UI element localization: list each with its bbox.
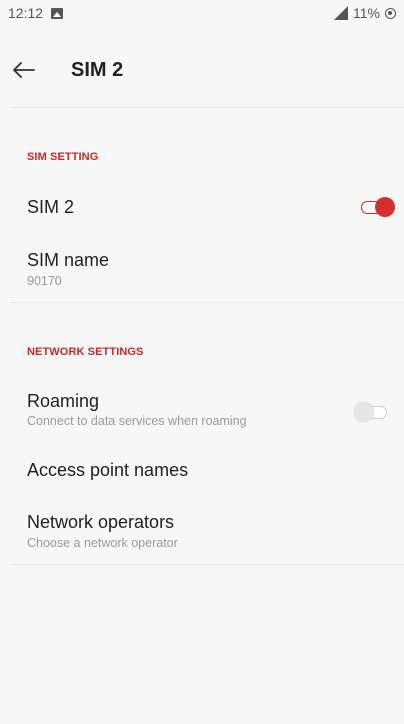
arrow-left-icon [13, 62, 35, 78]
status-bar: 12:12 11% [0, 0, 404, 26]
section-header-sim-setting: SIM SETTING [27, 151, 99, 163]
battery-percent: 11% [353, 5, 380, 21]
sim2-toggle[interactable] [361, 196, 395, 218]
image-notification-icon [51, 7, 64, 19]
sim2-title: SIM 2 [27, 197, 75, 217]
roaming-title: Roaming [27, 391, 100, 411]
access-point-names-row[interactable]: Access point names [0, 446, 404, 498]
battery-icon [385, 7, 396, 19]
network-operators-row[interactable]: Network operators Choose a network opera… [0, 504, 404, 562]
section-header-network-settings: NETWORK SETTINGS [27, 346, 144, 358]
clock: 12:12 [8, 5, 44, 21]
toolbar: SIM 2 [0, 42, 404, 98]
roaming-toggle[interactable] [354, 401, 389, 423]
sim-name-title: SIM name [27, 250, 110, 270]
divider [10, 564, 404, 565]
sim-name-row[interactable]: SIM name 90170 [0, 240, 404, 298]
divider [10, 107, 404, 108]
sim-name-value: 90170 [27, 274, 62, 288]
sim2-row[interactable]: SIM 2 [0, 182, 404, 234]
signal-icon [334, 6, 349, 20]
network-operators-title: Network operators [27, 512, 175, 532]
access-point-names-title: Access point names [27, 460, 189, 480]
network-operators-summary: Choose a network operator [27, 536, 178, 550]
page-title: SIM 2 [71, 58, 124, 81]
back-button[interactable] [13, 46, 61, 94]
roaming-row[interactable]: Roaming Connect to data services when ro… [0, 380, 404, 440]
divider [10, 302, 404, 303]
screen: 12:12 11% SIM 2 SIM SETTING SIM 2 SIM na… [0, 0, 404, 724]
roaming-summary: Connect to data services when roaming [27, 414, 247, 428]
